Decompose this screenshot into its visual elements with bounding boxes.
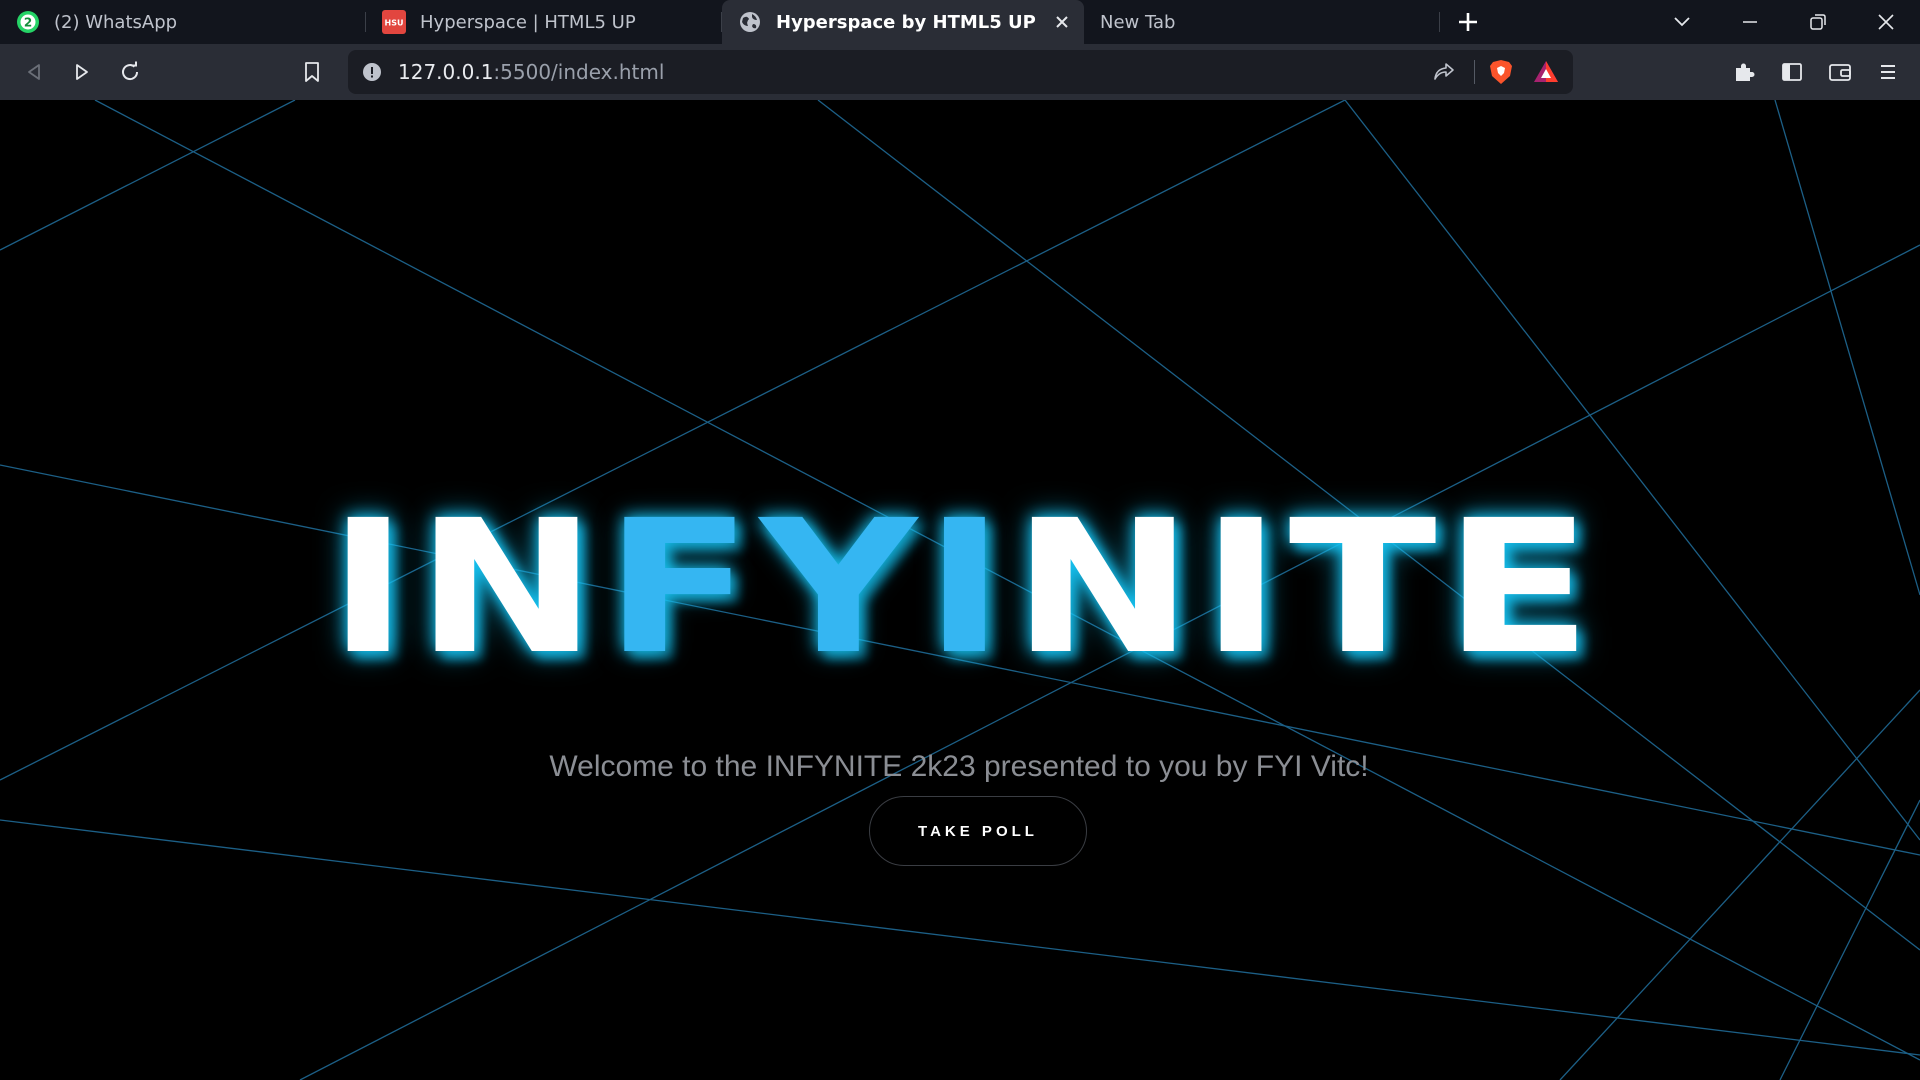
tab-hyperspace-active[interactable]: Hyperspace by HTML5 UP — [722, 0, 1084, 44]
new-tab-button[interactable] — [1440, 0, 1496, 44]
close-tab-icon[interactable] — [1052, 12, 1072, 32]
whatsapp-badge: 2 — [24, 16, 32, 30]
welcome-text: Welcome to the INFYNITE 2k23 presented t… — [549, 750, 1369, 783]
brave-shields-icon[interactable] — [1489, 59, 1513, 85]
tab-whatsapp[interactable]: 2 (2) WhatsApp — [0, 0, 366, 44]
whatsapp-icon: 2 — [16, 10, 40, 34]
hamburger-menu-icon — [1881, 65, 1895, 79]
sidebar-icon — [1782, 63, 1802, 81]
html5up-icon-text: HSU — [385, 19, 404, 28]
puzzle-icon — [1736, 63, 1755, 81]
minimize-button[interactable] — [1716, 0, 1784, 44]
logo-part-in: IN — [327, 481, 605, 695]
close-icon — [1878, 14, 1894, 30]
tab-search-button[interactable] — [1648, 0, 1716, 44]
restore-button[interactable] — [1784, 0, 1852, 44]
tab-title: New Tab — [1100, 11, 1176, 33]
tab-strip: 2 (2) WhatsApp HSU Hyperspace | HTML5 UP… — [0, 0, 1920, 44]
tab-title: (2) WhatsApp — [54, 11, 178, 33]
extensions-button[interactable] — [1720, 48, 1768, 96]
infynite-logo: INFYINITE — [0, 496, 1920, 680]
toolbar-right-group — [1720, 48, 1912, 96]
url-path: :5500/index.html — [493, 60, 665, 84]
logo-part-fyi: FYI — [604, 481, 1012, 695]
back-button[interactable] — [10, 48, 58, 96]
bookmark-button[interactable] — [288, 48, 336, 96]
url-text: 127.0.0.1:5500/index.html — [398, 60, 664, 84]
close-window-button[interactable] — [1852, 0, 1920, 44]
site-info-icon[interactable] — [362, 62, 382, 82]
take-poll-button[interactable]: TAKE POLL — [869, 796, 1087, 866]
sidebar-button[interactable] — [1768, 48, 1816, 96]
menu-button[interactable] — [1864, 48, 1912, 96]
tab-hyperspace-html5up[interactable]: HSU Hyperspace | HTML5 UP — [366, 0, 722, 44]
wallet-icon — [1829, 64, 1851, 81]
restore-icon — [1810, 14, 1826, 30]
minimize-icon — [1743, 21, 1757, 23]
forward-arrow-icon — [76, 64, 88, 80]
omnibox-divider — [1474, 60, 1475, 84]
brave-rewards-icon[interactable] — [1533, 60, 1559, 84]
tab-title: Hyperspace by HTML5 UP — [776, 11, 1036, 33]
tab-title: Hyperspace | HTML5 UP — [420, 11, 636, 33]
bookmark-icon — [305, 62, 319, 82]
html5up-icon: HSU — [382, 10, 406, 34]
globe-icon — [738, 10, 762, 34]
reload-button[interactable] — [106, 48, 154, 96]
share-icon[interactable] — [1432, 61, 1456, 83]
url-host: 127.0.0.1 — [398, 60, 494, 84]
back-arrow-icon — [28, 64, 40, 80]
browser-toolbar: 127.0.0.1:5500/index.html — [0, 44, 1920, 100]
page-viewport: INFYINITE Welcome to the INFYNITE 2k23 p… — [0, 100, 1920, 1080]
reload-icon — [122, 61, 139, 81]
tab-new-tab[interactable]: New Tab — [1084, 0, 1440, 44]
logo-part-nite: NITE — [1011, 481, 1600, 695]
chevron-down-icon — [1674, 17, 1690, 27]
plus-icon — [1459, 13, 1477, 31]
wallet-button[interactable] — [1816, 48, 1864, 96]
address-bar[interactable]: 127.0.0.1:5500/index.html — [348, 50, 1573, 94]
window-controls — [1648, 0, 1920, 44]
forward-button[interactable] — [58, 48, 106, 96]
